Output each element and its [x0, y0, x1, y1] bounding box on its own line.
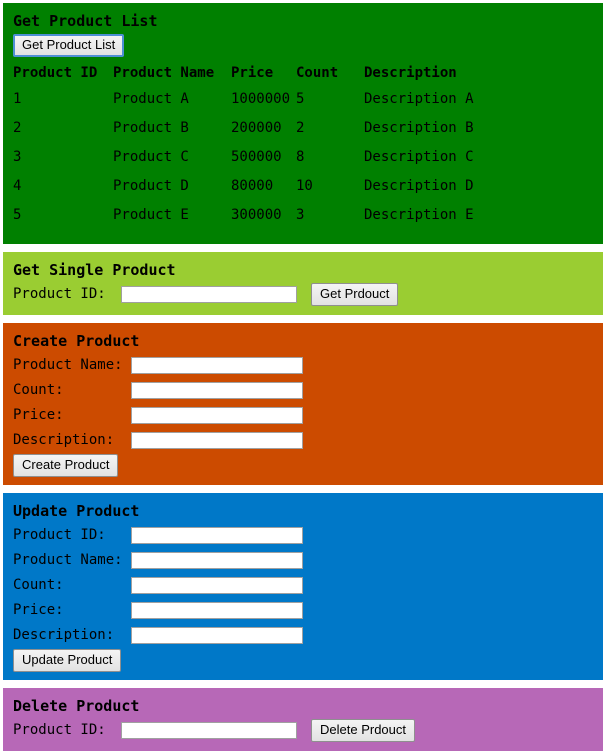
- cell-count: 5: [296, 91, 305, 107]
- cell-product-name: Product E: [113, 207, 189, 223]
- label-description: Description:: [13, 432, 115, 448]
- label-description: Description:: [13, 627, 115, 643]
- cell-price: 200000: [231, 120, 282, 136]
- update-count-row: Count:: [13, 574, 603, 596]
- cell-product-id: 4: [13, 178, 22, 194]
- page-root: Get Product List Get Product List Produc…: [0, 0, 611, 751]
- column-header-count: Count: [296, 65, 339, 81]
- create-product-button[interactable]: Create Product: [13, 454, 119, 477]
- product-list-table: Product ID Product Name Price Count Desc…: [13, 65, 504, 236]
- cell-price: 300000: [231, 207, 282, 223]
- create-count-input[interactable]: [131, 381, 303, 399]
- label-price: Price:: [13, 407, 64, 423]
- update-price-input[interactable]: [131, 601, 303, 619]
- update-product-name-input[interactable]: [131, 551, 303, 569]
- update-product-id-row: Product ID:: [13, 524, 603, 546]
- cell-product-id: 2: [13, 120, 22, 136]
- section-create-product: Create Product Product Name: Count: Pric…: [3, 323, 603, 485]
- get-product-list-title: Get Product List: [13, 12, 158, 30]
- label-product-id: Product ID:: [13, 722, 106, 738]
- column-header-product-name: Product Name: [113, 65, 215, 81]
- label-product-name: Product Name:: [13, 357, 123, 373]
- table-row: 5 Product E 300000 3 Description E: [13, 207, 504, 236]
- update-description-row: Description:: [13, 624, 603, 646]
- update-description-input[interactable]: [131, 626, 303, 644]
- cell-description: Description A: [364, 91, 474, 107]
- update-price-row: Price:: [13, 599, 603, 621]
- update-product-actions: Update Product: [3, 649, 603, 672]
- get-single-product-title: Get Single Product: [13, 261, 176, 279]
- get-single-product-id-input[interactable]: [121, 285, 297, 303]
- table-header-row: Product ID Product Name Price Count Desc…: [13, 65, 504, 91]
- create-price-input[interactable]: [131, 406, 303, 424]
- create-product-name-input[interactable]: [131, 356, 303, 374]
- label-product-id: Product ID:: [13, 527, 106, 543]
- get-single-product-row: Product ID: Get Prdouct: [13, 282, 603, 306]
- create-product-name-row: Product Name:: [13, 354, 603, 376]
- cell-price: 500000: [231, 149, 282, 165]
- cell-count: 3: [296, 207, 305, 223]
- cell-description: Description B: [364, 120, 474, 136]
- table-row: 3 Product C 500000 8 Description C: [13, 149, 504, 178]
- delete-product-title: Delete Product: [13, 697, 140, 715]
- cell-price: 80000: [231, 178, 274, 194]
- cell-product-name: Product B: [113, 120, 189, 136]
- update-count-input[interactable]: [131, 576, 303, 594]
- update-product-id-input[interactable]: [131, 526, 303, 544]
- section-get-single-product: Get Single Product Product ID: Get Prdou…: [3, 252, 603, 315]
- cell-count: 2: [296, 120, 305, 136]
- delete-product-button[interactable]: Delete Prdouct: [311, 718, 415, 742]
- label-count: Count:: [13, 382, 64, 398]
- cell-description: Description C: [364, 149, 474, 165]
- section-delete-product: Delete Product Product ID: Delete Prdouc…: [3, 688, 603, 751]
- create-description-input[interactable]: [131, 431, 303, 449]
- table-row: 4 Product D 80000 10 Description D: [13, 178, 504, 207]
- column-header-price: Price: [231, 65, 274, 81]
- cell-product-name: Product A: [113, 91, 189, 107]
- label-price: Price:: [13, 602, 64, 618]
- cell-description: Description D: [364, 178, 474, 194]
- create-count-row: Count:: [13, 379, 603, 401]
- table-row: 2 Product B 200000 2 Description B: [13, 120, 504, 149]
- table-row: 1 Product A 1000000 5 Description A: [13, 91, 504, 120]
- cell-product-name: Product C: [113, 149, 189, 165]
- cell-price: 1000000: [231, 91, 291, 107]
- update-product-name-row: Product Name:: [13, 549, 603, 571]
- cell-product-id: 3: [13, 149, 22, 165]
- cell-product-name: Product D: [113, 178, 189, 194]
- column-header-product-id: Product ID: [13, 65, 98, 81]
- delete-product-id-input[interactable]: [121, 721, 297, 739]
- section-get-product-list: Get Product List Get Product List Produc…: [3, 3, 603, 244]
- get-product-list-button[interactable]: Get Product List: [13, 34, 125, 57]
- cell-product-id: 1: [13, 91, 22, 107]
- create-description-row: Description:: [13, 429, 603, 451]
- create-product-title: Create Product: [13, 332, 140, 350]
- cell-count: 10: [296, 178, 313, 194]
- cell-description: Description E: [364, 207, 474, 223]
- label-product-id: Product ID:: [13, 286, 106, 302]
- cell-product-id: 5: [13, 207, 22, 223]
- column-header-description: Description: [364, 65, 457, 81]
- update-product-title: Update Product: [13, 502, 140, 520]
- create-price-row: Price:: [13, 404, 603, 426]
- cell-count: 8: [296, 149, 305, 165]
- create-product-actions: Create Product: [3, 454, 603, 477]
- delete-product-row: Product ID: Delete Prdouct: [13, 718, 603, 742]
- get-product-button[interactable]: Get Prdouct: [311, 282, 399, 306]
- label-product-name: Product Name:: [13, 552, 123, 568]
- label-count: Count:: [13, 577, 64, 593]
- section-update-product: Update Product Product ID: Product Name:…: [3, 493, 603, 680]
- update-product-button[interactable]: Update Product: [13, 649, 122, 672]
